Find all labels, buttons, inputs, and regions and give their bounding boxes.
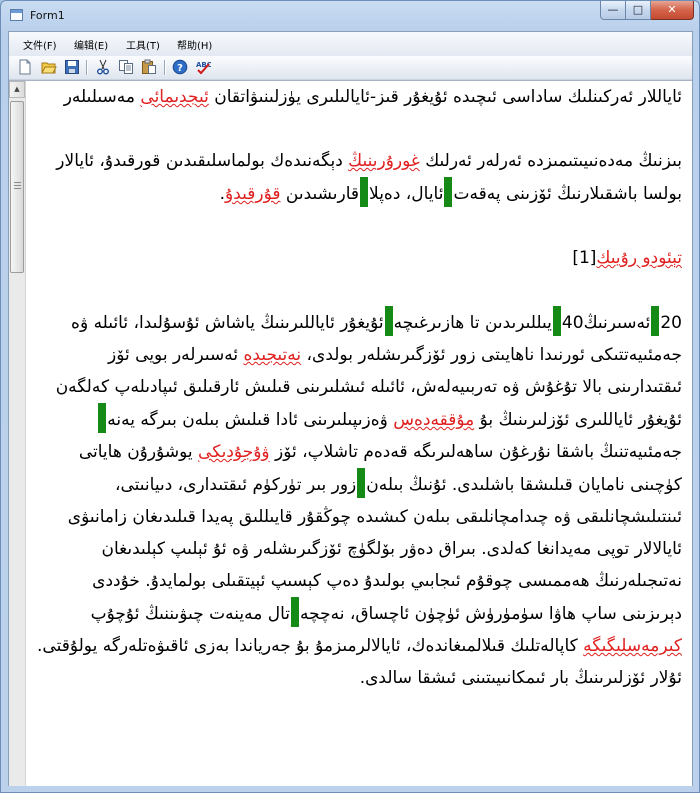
misspelled-word[interactable]: كىرمەسلىگىگە — [583, 636, 682, 656]
form-client-area: 文件(F) 编辑(E) 工具(T) 帮助(H) ? ABC ▲ ئاياللار… — [8, 31, 693, 786]
cut-icon[interactable] — [95, 59, 111, 75]
highlight-marker — [357, 468, 366, 498]
section-heading: تېئودو رۇيىك[1] — [36, 242, 682, 274]
vertical-scrollbar[interactable]: ▲ — [9, 81, 26, 786]
misspelled-word[interactable]: قۇرقىدۇ — [225, 184, 281, 204]
title-bar[interactable]: Form1 — □ ✕ — [1, 1, 699, 31]
spell-check-icon[interactable]: ABC — [195, 59, 211, 75]
paragraph: 20ئەسىرنىڭ40يىللىرىدىن تا ھازىرغىچەئۇيغۇ… — [36, 306, 682, 694]
close-button[interactable]: ✕ — [651, 1, 694, 20]
text-run: ۋەزىپىلىرىنى ئادا قىلىش بىلەن بىرگە يەنە — [107, 410, 394, 430]
scroll-grip — [14, 182, 21, 183]
highlight-marker — [651, 306, 660, 336]
misspelled-word[interactable]: تېئودو رۇيىك — [596, 248, 682, 268]
application-window: Form1 — □ ✕ 文件(F) 编辑(E) 工具(T) 帮助(H) ? AB… — [0, 0, 700, 793]
menu-file[interactable]: 文件(F) — [23, 37, 57, 52]
misspelled-word[interactable]: نەتىجىدە — [243, 345, 301, 365]
scroll-up-arrow-icon[interactable]: ▲ — [9, 81, 25, 98]
menu-tools[interactable]: 工具(T) — [126, 37, 160, 52]
menu-help[interactable]: 帮助(H) — [177, 37, 212, 52]
window-title: Form1 — [30, 9, 65, 22]
app-icon[interactable] — [10, 9, 23, 21]
toolbar-separator — [164, 60, 165, 75]
highlight-marker — [384, 306, 393, 336]
scrollbar-thumb[interactable] — [10, 101, 24, 273]
text-run: قارىشىدىن — [280, 184, 360, 204]
save-icon[interactable] — [64, 59, 80, 75]
minimize-button[interactable]: — — [600, 1, 626, 20]
text-run: مەسىلىلەر — [63, 87, 141, 107]
highlight-marker — [444, 177, 453, 207]
text-run: 20 — [660, 313, 682, 333]
text-run: جەمئىيەتنىڭ باشقا نۇرغۇن ساھەلىرىگە قەدە… — [269, 442, 682, 462]
misspelled-word[interactable]: ۋۇجۇدىكى — [198, 442, 270, 462]
text-run: تال مەينەت چىۋىننىڭ ئۇچۇپ — [90, 604, 290, 624]
svg-text:?: ? — [177, 63, 183, 74]
toolbar: ? ABC — [9, 56, 692, 80]
new-file-icon[interactable] — [17, 59, 33, 75]
text-run: ئەسىرنىڭ — [583, 313, 651, 333]
help-icon[interactable]: ? — [172, 59, 188, 75]
caption-buttons: — □ ✕ — [600, 1, 694, 21]
footnote-reference[interactable]: [1] — [572, 248, 596, 268]
open-folder-icon[interactable] — [41, 59, 57, 75]
text-run: زور بىر تۈركۈم ئىقتىدارى، دىيانىتى، ئىنت… — [67, 475, 682, 624]
text-run: 40 — [561, 313, 584, 333]
text-run: يىللىرىدىن تا ھازىرغىچە — [393, 313, 552, 333]
misspelled-word[interactable]: ئىجدىمائى — [140, 87, 208, 107]
maximize-button[interactable]: □ — [626, 1, 651, 20]
text-run: ئاياللار ئەركىنلىك ساداسى ئىچىدە ئۇيغۇر … — [208, 87, 682, 107]
document-text[interactable]: ئاياللار ئەركىنلىك ساداسى ئىچىدە ئۇيغۇر … — [36, 81, 682, 786]
paragraph: بىزنىڭ مەدەنىيىتىمىزدە ئەرلەر ئەرلىك غور… — [36, 145, 682, 210]
scroll-grip — [14, 188, 21, 189]
text-run: بىزنىڭ مەدەنىيىتىمىزدە ئەرلەر ئەرلىك — [419, 151, 682, 171]
highlight-marker — [290, 597, 299, 627]
copy-icon[interactable] — [118, 59, 134, 75]
menu-edit[interactable]: 编辑(E) — [74, 37, 108, 52]
text-editor[interactable]: ▲ ئاياللار ئەركىنلىك ساداسى ئىچىدە ئۇيغۇ… — [9, 80, 692, 786]
toolbar-separator — [86, 60, 87, 75]
misspelled-word[interactable]: غورۇرىنىڭ — [348, 151, 420, 171]
highlight-marker — [552, 306, 561, 336]
misspelled-word[interactable]: مۇققەدەس — [393, 410, 474, 430]
highlight-marker — [98, 403, 107, 433]
menu-bar: 文件(F) 编辑(E) 工具(T) 帮助(H) — [9, 32, 692, 56]
scroll-grip — [14, 185, 21, 186]
paste-icon[interactable] — [141, 59, 157, 75]
paragraph: ئاياللار ئەركىنلىك ساداسى ئىچىدە ئۇيغۇر … — [36, 81, 682, 113]
text-run: ئايال، دەپلا — [369, 184, 444, 204]
highlight-marker — [360, 177, 369, 207]
